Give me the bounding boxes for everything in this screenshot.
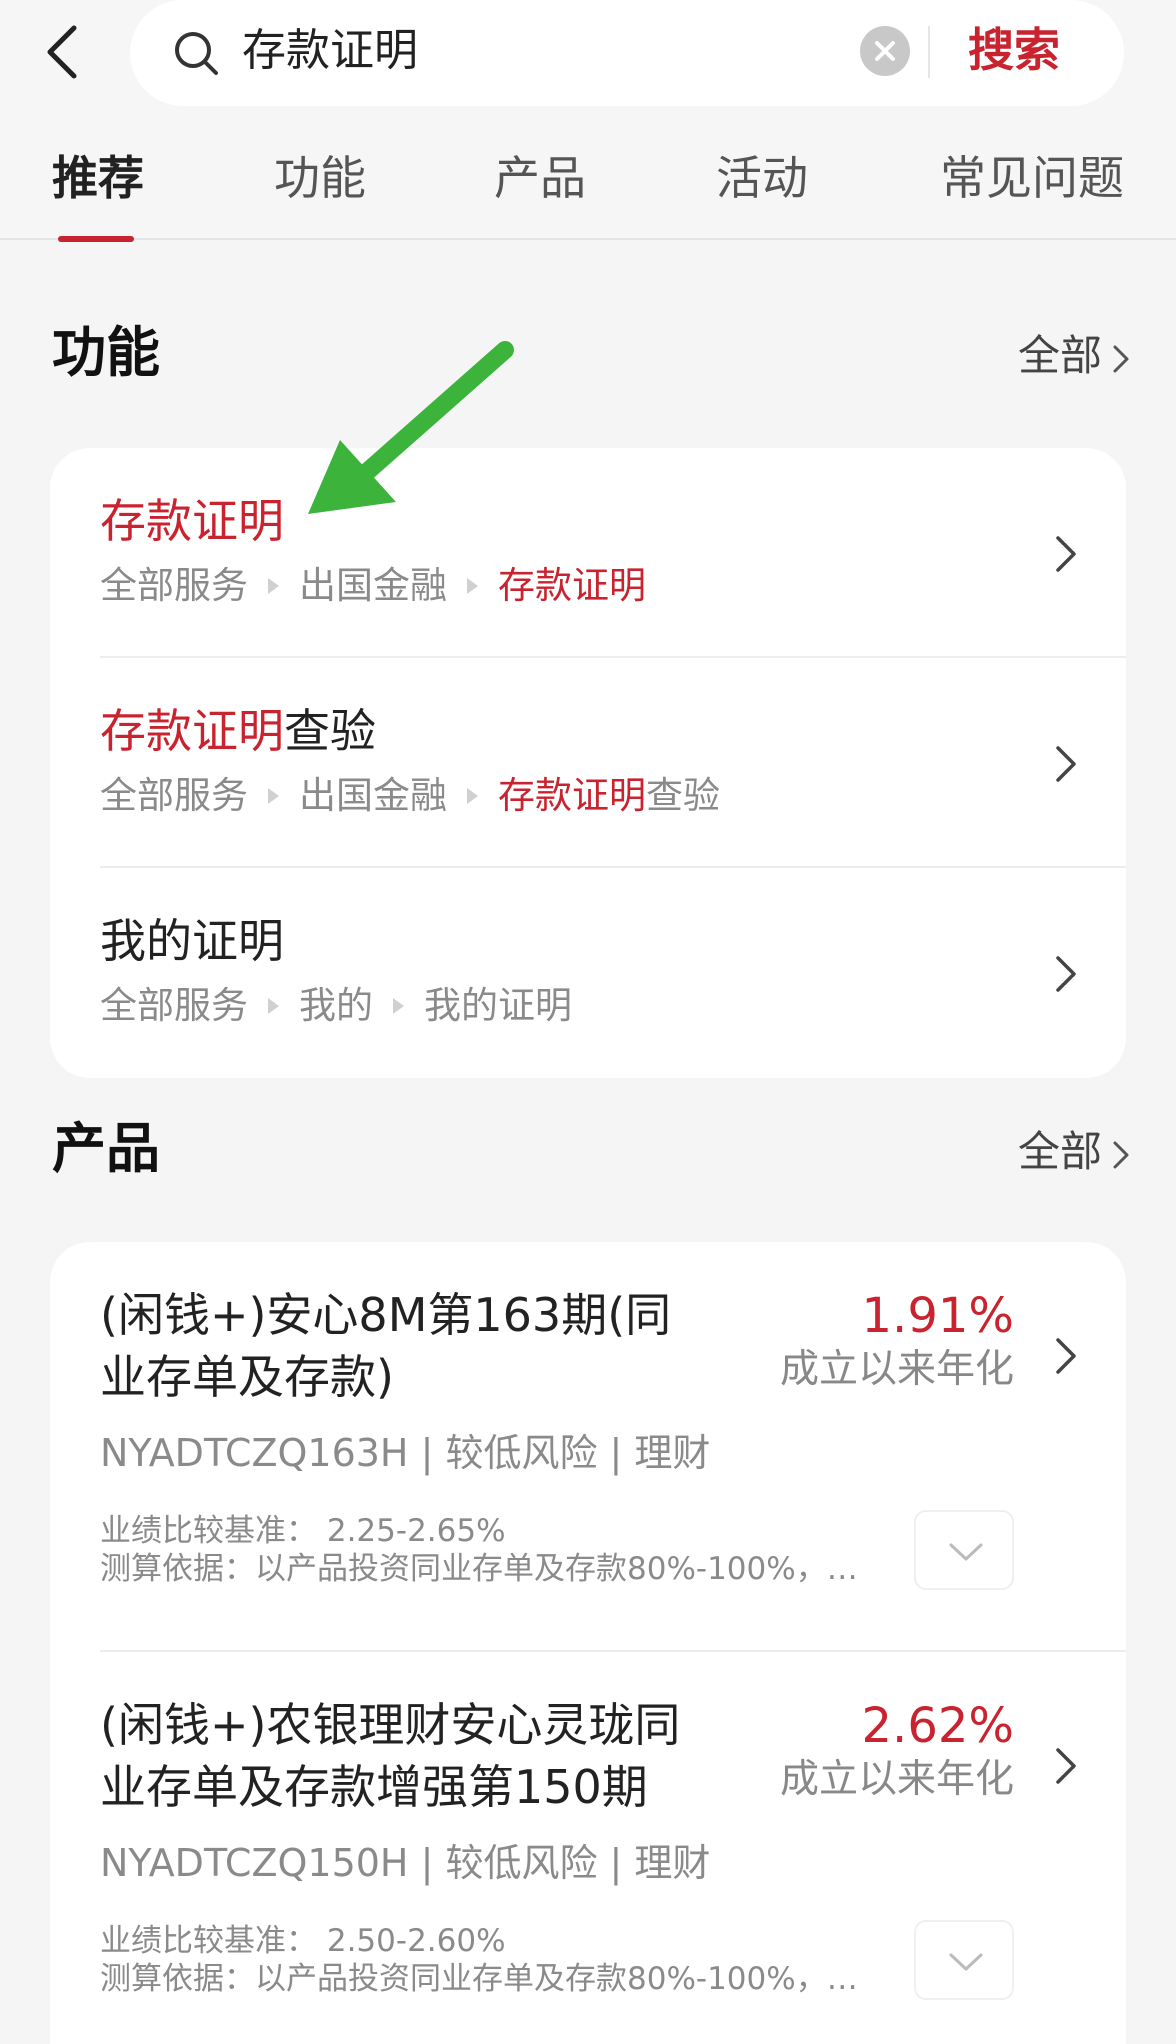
function-item-my-certificate[interactable]: 我的证明 全部服务 我的 我的证明 xyxy=(50,868,1126,1078)
see-all-label: 全部 xyxy=(1017,331,1102,380)
product-rate-label: 成立以来年化 xyxy=(779,1757,1014,1802)
product-name: (闲钱+)农银理财安心灵珑同业存单及存款增强第150期 xyxy=(100,1698,681,1814)
tab-activities[interactable]: 活动 xyxy=(716,146,808,210)
product-rate-label: 成立以来年化 xyxy=(779,1347,1014,1392)
search-button[interactable]: 搜索 xyxy=(968,18,1060,82)
product-benchmark: 业绩比较基准： 2.50-2.60% xyxy=(100,1923,506,1959)
chevron-down-icon xyxy=(949,1543,983,1561)
chevron-right-icon xyxy=(1113,345,1129,372)
function-item-deposit-certificate-verify[interactable]: 存款证明查验 全部服务 出国金融 存款证明查验 xyxy=(50,658,1126,868)
back-button[interactable] xyxy=(40,22,90,82)
chevron-right-icon xyxy=(1056,1338,1076,1374)
clear-button[interactable] xyxy=(860,26,910,76)
product-name: (闲钱+)安心8M第163期(同业存单及存款) xyxy=(100,1288,672,1404)
products-card: (闲钱+)安心8M第163期(同业存单及存款) 1.91% 成立以来年化 NYA… xyxy=(50,1242,1126,2044)
annotation-arrow-icon xyxy=(308,341,514,514)
chevron-right-icon xyxy=(1113,1141,1129,1168)
products-see-all-link[interactable]: 全部 xyxy=(1018,1122,1130,1182)
see-all-label: 全部 xyxy=(1017,1127,1102,1176)
tab-functions[interactable]: 功能 xyxy=(274,146,366,210)
search-icon xyxy=(175,32,218,75)
product-meta: NYADTCZQ163H | 较低风险 | 理财 xyxy=(100,1431,711,1475)
back-arrow-icon xyxy=(47,25,77,79)
product-rate: 2.62% xyxy=(861,1698,1014,1754)
functions-section-title: 功能 xyxy=(52,321,160,384)
search-input[interactable]: 存款证明 xyxy=(242,20,418,82)
expand-button[interactable] xyxy=(914,1510,1014,1590)
clear-icon xyxy=(875,41,895,61)
product-meta: NYADTCZQ150H | 较低风险 | 理财 xyxy=(100,1841,711,1885)
product-basis: 测算依据：以产品投资同业存单及存款80%-100%，… xyxy=(100,1961,858,1997)
header: 存款证明 搜索 推荐 功能 产品 活动 常见问题 xyxy=(0,0,1176,242)
function-item-title: 我的证明 xyxy=(100,914,284,968)
tab-recommend[interactable]: 推荐 xyxy=(52,146,144,210)
product-basis: 测算依据：以产品投资同业存单及存款80%-100%，… xyxy=(100,1551,858,1587)
function-item-breadcrumb: 全部服务 出国金融 存款证明 xyxy=(100,564,646,607)
chevron-right-icon xyxy=(1056,746,1076,782)
product-benchmark: 业绩比较基准： 2.25-2.65% xyxy=(100,1513,506,1549)
search-divider xyxy=(928,26,930,78)
function-item-breadcrumb: 全部服务 出国金融 存款证明查验 xyxy=(100,774,720,817)
chevron-right-icon xyxy=(1056,536,1076,572)
function-item-breadcrumb: 全部服务 我的 我的证明 xyxy=(100,984,572,1027)
products-section-title: 产品 xyxy=(52,1117,160,1180)
expand-button[interactable] xyxy=(914,1920,1014,2000)
tab-products[interactable]: 产品 xyxy=(494,146,586,210)
functions-see-all-link[interactable]: 全部 xyxy=(1018,326,1130,386)
function-item-deposit-certificate[interactable]: 存款证明 全部服务 出国金融 存款证明 xyxy=(50,448,1126,658)
chevron-right-icon xyxy=(1056,956,1076,992)
tab-faq[interactable]: 常见问题 xyxy=(940,146,1124,210)
functions-card: 存款证明 全部服务 出国金融 存款证明 存款证明查验 全部服务 出国金融 存款证明查验 … xyxy=(50,448,1126,1078)
chevron-down-icon xyxy=(949,1953,983,1971)
chevron-right-icon xyxy=(1056,1748,1076,1784)
product-rate: 1.91% xyxy=(861,1288,1014,1344)
search-bar: 存款证明 搜索 xyxy=(130,0,1124,106)
function-item-title: 存款证明查验 xyxy=(100,704,376,758)
function-item-title: 存款证明 xyxy=(100,494,284,548)
product-item[interactable]: (闲钱+)安心8M第163期(同业存单及存款) 1.91% 成立以来年化 NYA… xyxy=(50,1242,1126,1652)
tab-bar: 推荐 功能 产品 活动 常见问题 xyxy=(0,140,1176,242)
active-tab-indicator xyxy=(58,236,134,242)
product-item[interactable]: (闲钱+)农银理财安心灵珑同业存单及存款增强第150期 2.62% 成立以来年化… xyxy=(50,1652,1126,2044)
